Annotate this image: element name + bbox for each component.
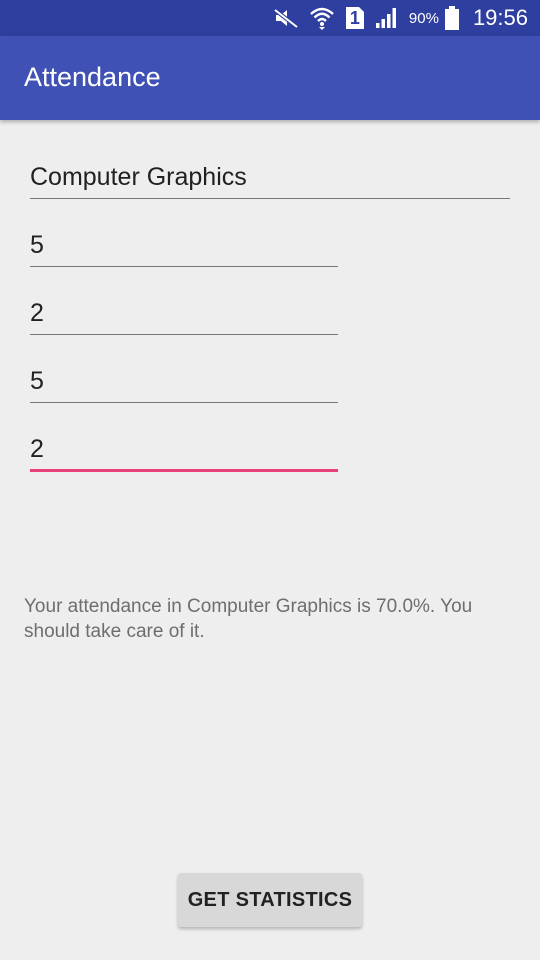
status-bar: 1 90% 19:56	[0, 0, 540, 36]
wifi-icon	[309, 6, 335, 30]
signal-icon	[375, 7, 399, 29]
status-clock: 19:56	[472, 5, 528, 30]
number-field-3[interactable]: 5	[30, 366, 338, 403]
sim-icon: 1	[345, 6, 365, 30]
app-bar: Attendance	[0, 36, 540, 120]
number-field-4[interactable]: 2	[30, 434, 338, 472]
status-icons: 1 90% 19:56	[273, 0, 528, 36]
battery-percent: 90%	[408, 9, 439, 27]
subject-field[interactable]: Computer Graphics	[30, 162, 510, 199]
number-field-2[interactable]: 2	[30, 298, 338, 335]
app-title: Attendance	[24, 62, 161, 92]
mute-icon	[273, 7, 299, 29]
attendance-result-text: Your attendance in Computer Graphics is …	[24, 596, 473, 642]
get-statistics-button[interactable]: GET STATISTICS	[178, 873, 362, 927]
sim-number: 1	[349, 8, 360, 28]
number-field-1[interactable]: 5	[30, 230, 338, 267]
battery-icon	[444, 6, 459, 30]
